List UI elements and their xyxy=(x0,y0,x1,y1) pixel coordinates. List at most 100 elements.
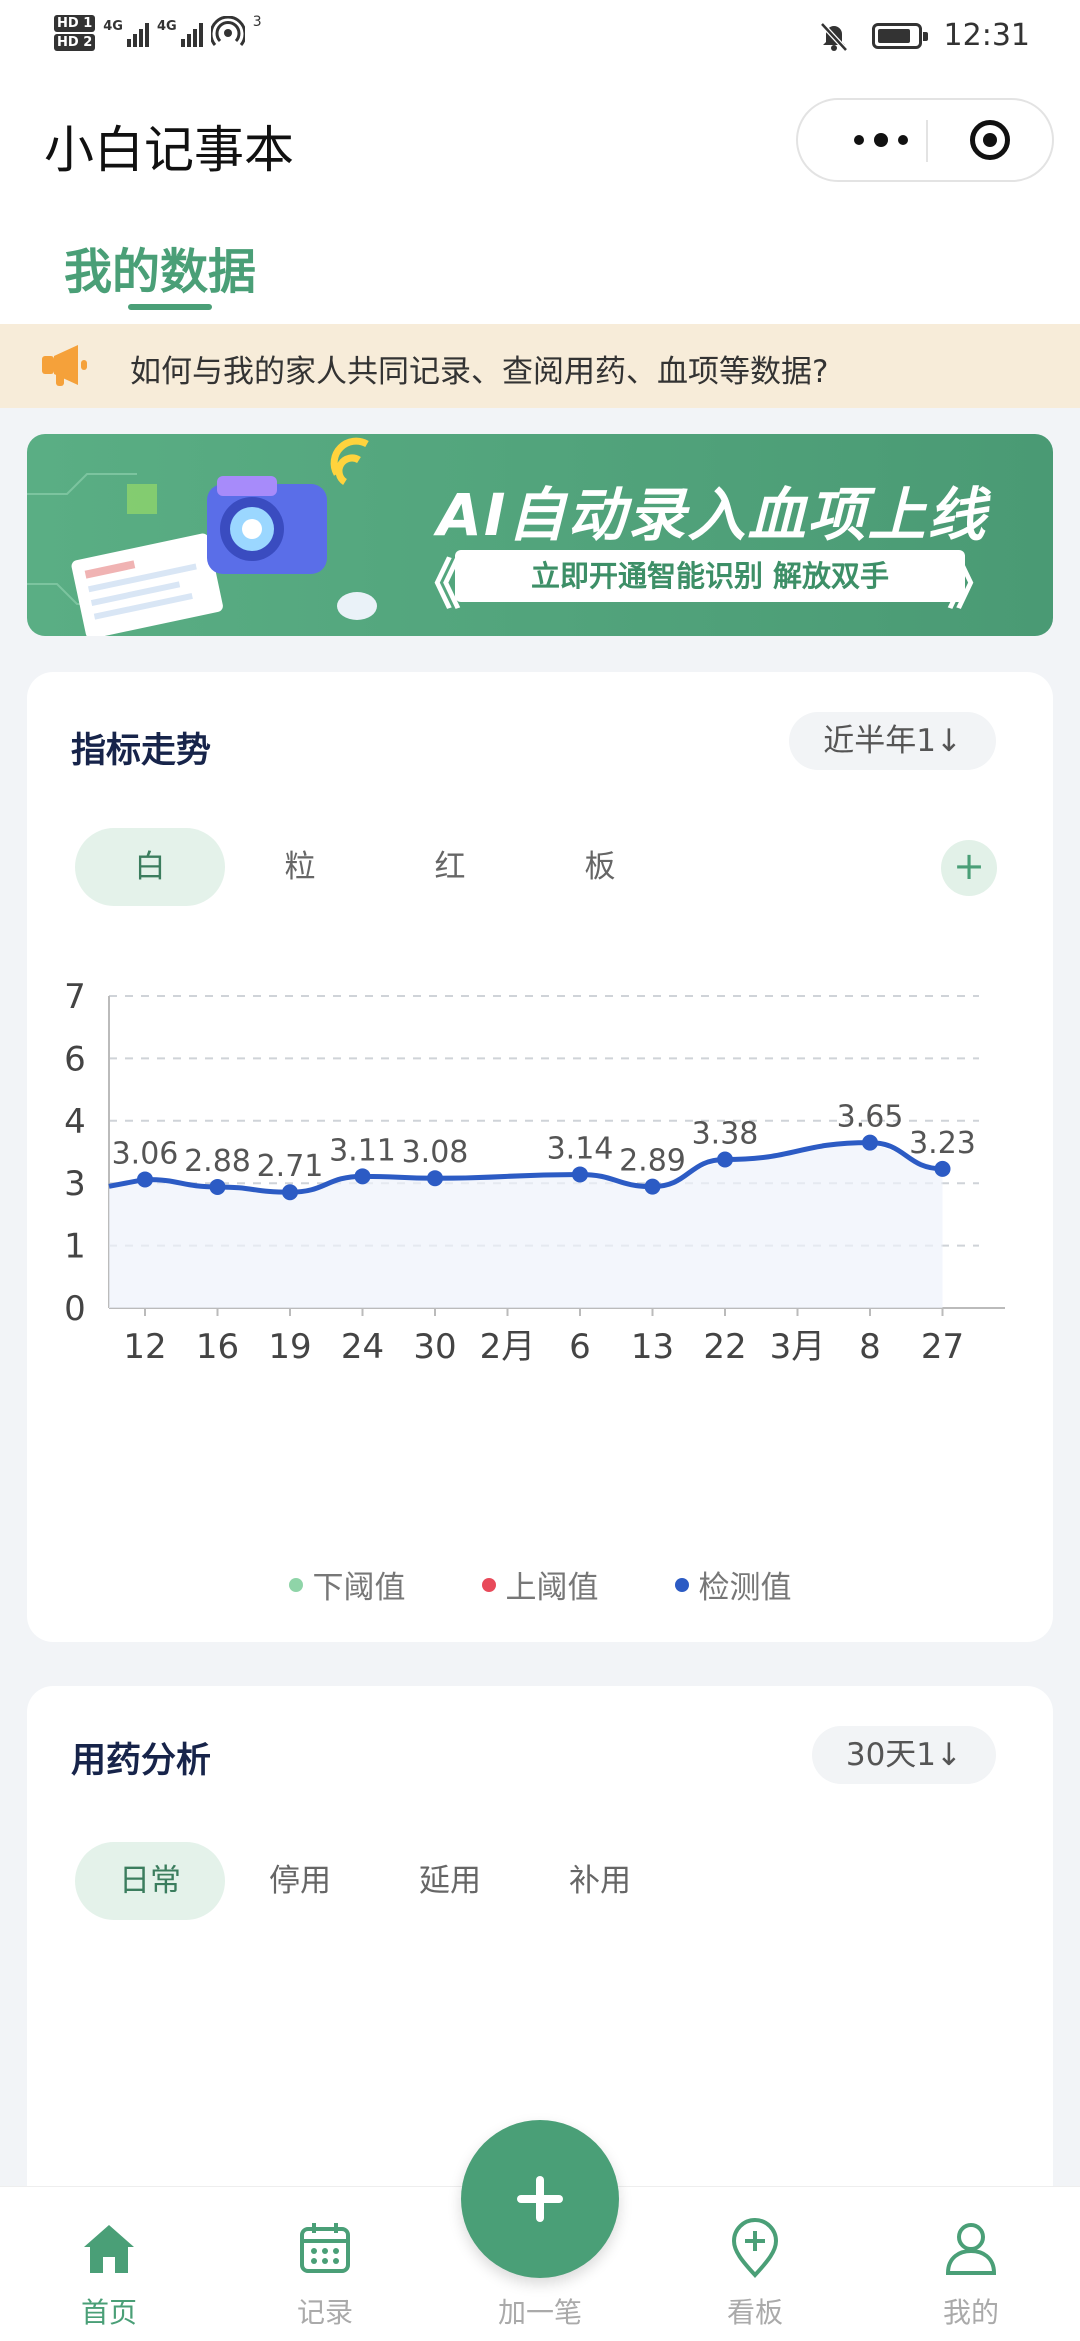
data-point xyxy=(862,1134,878,1151)
x-tick-label: 6 xyxy=(569,1327,591,1367)
legend-dot-lower xyxy=(288,1577,303,1592)
chip-platelet[interactable]: 板 xyxy=(525,828,675,906)
chip-wbc[interactable]: 白 xyxy=(75,828,225,906)
banner-chevron-left: 《 xyxy=(407,553,461,616)
more-icon[interactable] xyxy=(836,100,926,180)
trend-chart: 01346712 16 19 24 30 2月 6 13 22 3月 8 273.06 2.88 2.71… xyxy=(64,977,1005,1367)
chip-stopped[interactable]: 停用 xyxy=(225,1842,375,1920)
y-tick-label: 4 xyxy=(64,1102,86,1142)
data-point xyxy=(572,1166,588,1183)
y-tick-label: 0 xyxy=(64,1289,86,1329)
tab-underline xyxy=(128,304,212,310)
chip-extended[interactable]: 延用 xyxy=(375,1842,525,1920)
data-point xyxy=(137,1171,153,1188)
x-tick-label: 22 xyxy=(703,1327,746,1367)
y-tick-label: 6 xyxy=(64,1039,86,1079)
med-card-title: 用药分析 xyxy=(71,1741,212,1781)
med-chips: 日常 停用 延用 补用 xyxy=(75,1842,675,1920)
data-label: 3.65 xyxy=(837,1100,904,1135)
capsule-divider xyxy=(926,120,928,162)
legend-label-measured: 检测值 xyxy=(698,1570,792,1606)
nav-label-board: 看板 xyxy=(726,2296,783,2329)
app-title: 小白记事本 xyxy=(44,121,294,179)
mini-program-capsule xyxy=(796,98,1054,182)
nav-label-home: 首页 xyxy=(80,2296,137,2329)
status-left: HD 1 HD 2 4G 4G 3 xyxy=(54,14,262,52)
nav-label-mine: 我的 xyxy=(942,2296,999,2329)
calendar-icon xyxy=(300,2223,350,2273)
banner-chevron-right: 》 xyxy=(947,553,1001,616)
promo-banner[interactable]: AI自动录入血项上线 《 立即开通智能识别 解放双手 》 xyxy=(27,434,1053,636)
data-point xyxy=(427,1170,443,1187)
x-tick-label: 12 xyxy=(123,1327,166,1367)
nav-label-records: 记录 xyxy=(296,2296,353,2329)
data-label: 3.23 xyxy=(909,1126,976,1161)
nav-home[interactable]: 首页 xyxy=(34,2187,184,2341)
legend-label-upper: 上阈值 xyxy=(505,1570,599,1606)
hotspot-count: 3 xyxy=(252,14,262,30)
x-tick-label: 19 xyxy=(268,1327,311,1367)
status-bar: HD 1 HD 2 4G 4G 3 12:31 xyxy=(0,0,1080,80)
sim-badges: HD 1 HD 2 xyxy=(54,14,96,52)
signal-icon-2: 4G xyxy=(157,19,203,47)
home-icon xyxy=(84,2225,134,2273)
data-label: 2.71 xyxy=(257,1149,324,1184)
tab-my-data[interactable]: 我的数据 xyxy=(64,232,256,302)
y-tick-label: 1 xyxy=(64,1227,86,1267)
med-range-selector[interactable]: 30天1↓ xyxy=(811,1726,996,1784)
data-point xyxy=(354,1168,371,1185)
megaphone-icon xyxy=(42,345,87,386)
close-target-icon[interactable] xyxy=(970,120,1010,160)
x-tick-label: 2月 xyxy=(480,1327,536,1367)
data-point xyxy=(282,1184,298,1201)
add-entry-button[interactable] xyxy=(461,2120,619,2278)
notice-bar[interactable]: 如何与我的家人共同记录、查阅用药、血项等数据? xyxy=(0,324,1080,408)
y-tick-label: 3 xyxy=(64,1164,86,1204)
nav-mine[interactable]: 我的 xyxy=(896,2187,1046,2341)
status-right: 12:31 xyxy=(818,18,1030,53)
data-point xyxy=(209,1178,226,1195)
nav-board[interactable]: 看板 xyxy=(680,2187,830,2341)
chip-rbc[interactable]: 红 xyxy=(375,828,525,906)
x-tick-label: 16 xyxy=(196,1327,239,1367)
legend-dot-upper xyxy=(481,1577,496,1592)
app-header: 小白记事本 xyxy=(0,80,1080,210)
banner-subtitle: 立即开通智能识别 解放双手 xyxy=(455,550,965,602)
notice-text: 如何与我的家人共同记录、查阅用药、血项等数据? xyxy=(130,354,829,390)
trend-range-selector[interactable]: 近半年1↓ xyxy=(789,712,996,770)
data-point xyxy=(934,1160,951,1177)
user-icon xyxy=(945,2223,997,2275)
legend-label-lower: 下阈值 xyxy=(312,1570,406,1606)
x-tick-label: 8 xyxy=(859,1327,881,1367)
top-tabs: 我的数据 xyxy=(0,210,1080,324)
chart-legend: 下阈值 上阈值 检测值 xyxy=(27,1562,1053,1607)
status-time: 12:31 xyxy=(943,18,1030,53)
signal-icon: 4G xyxy=(103,19,149,47)
x-tick-label: 3月 xyxy=(770,1327,826,1367)
legend-dot-measured xyxy=(674,1577,689,1592)
location-add-icon xyxy=(731,2218,779,2278)
trend-card: 指标走势 近半年1↓ 白 粒 红 板 + 0 1 3 4 6 7 12 16 19 24 30 2月 6… xyxy=(27,672,1053,1642)
hotspot-icon xyxy=(210,16,245,46)
mute-bell-icon xyxy=(819,21,848,52)
trend-chips: 白 粒 红 板 xyxy=(75,828,675,906)
data-label: 3.08 xyxy=(402,1135,469,1170)
x-tick-label: 24 xyxy=(341,1327,384,1367)
camera-illustration xyxy=(27,437,377,636)
legend-upper-threshold: 上阈值 xyxy=(481,1562,599,1607)
x-tick-label: 30 xyxy=(413,1327,456,1367)
x-tick-label: 13 xyxy=(631,1327,674,1367)
chip-daily[interactable]: 日常 xyxy=(75,1842,225,1920)
legend-lower-threshold: 下阈值 xyxy=(288,1562,406,1607)
add-indicator-button[interactable]: + xyxy=(941,840,997,896)
chip-supplement[interactable]: 补用 xyxy=(525,1842,675,1920)
data-label: 3.14 xyxy=(547,1131,614,1166)
data-point xyxy=(717,1151,733,1168)
chip-neutrophil[interactable]: 粒 xyxy=(225,828,375,906)
sim1-badge: HD 1 xyxy=(54,15,96,32)
banner-title: AI自动录入血项上线 xyxy=(437,481,988,549)
nav-records[interactable]: 记录 xyxy=(250,2187,400,2341)
y-tick-label: 7 xyxy=(64,977,86,1017)
x-tick-label: 27 xyxy=(921,1327,964,1367)
data-label: 3.38 xyxy=(692,1116,759,1151)
